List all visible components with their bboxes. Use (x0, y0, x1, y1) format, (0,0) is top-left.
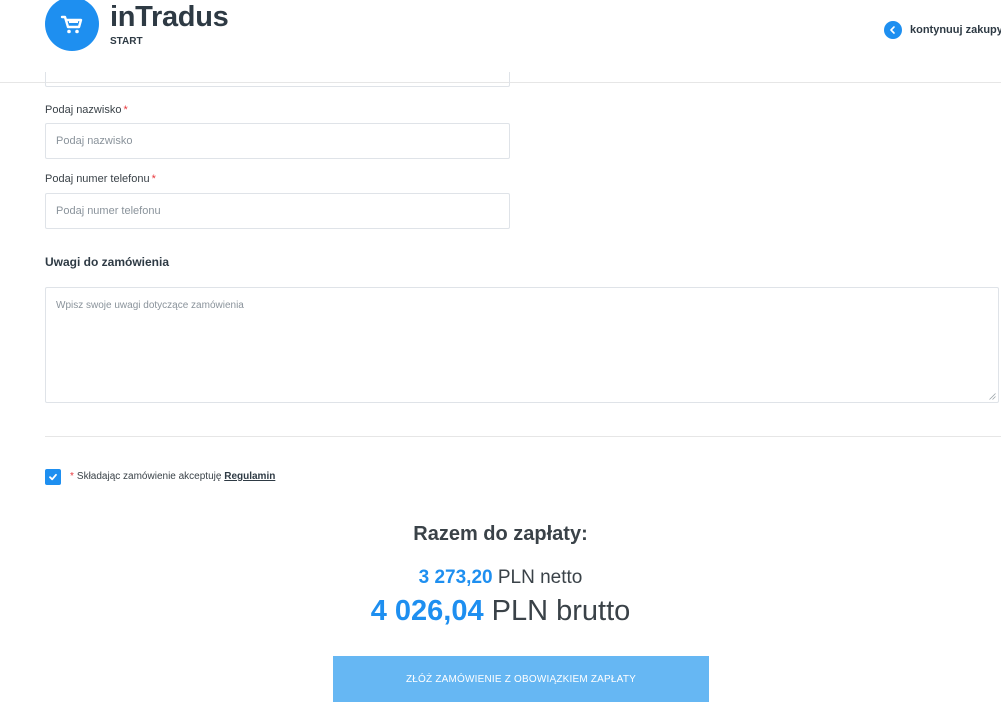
phone-label-text: Podaj numer telefonu (45, 173, 150, 185)
logo-icon[interactable] (45, 0, 99, 51)
brutto-amount: 4 026,04 PLN brutto (0, 595, 1001, 628)
logo-title[interactable]: inTradus (110, 1, 229, 34)
terms-link[interactable]: Regulamin (224, 471, 275, 482)
phone-input[interactable]: Podaj numer telefonu (45, 193, 510, 229)
cart-icon (60, 15, 83, 34)
netto-amount: 3 273,20 PLN netto (0, 567, 1001, 589)
last-name-label: Podaj nazwisko * (45, 104, 128, 116)
continue-shopping-label: kontynuuj zakupy (910, 24, 1001, 36)
notes-textarea[interactable]: Wpisz swoje uwagi dotyczące zamówienia (45, 287, 999, 403)
required-mark: * (151, 173, 156, 185)
netto-value: 3 273,20 (418, 567, 493, 588)
logo-subtitle: START (110, 36, 143, 47)
required-mark: * (70, 471, 74, 482)
place-order-button[interactable]: ZŁÓŻ ZAMÓWIENIE Z OBOWIĄZKIEM ZAPŁATY (333, 656, 709, 702)
continue-shopping-link[interactable]: kontynuuj zakupy (884, 21, 1001, 39)
checkmark-icon (49, 473, 57, 481)
netto-suffix: PLN netto (492, 567, 583, 588)
section-divider (45, 436, 1001, 437)
notes-title: Uwagi do zamówienia (45, 255, 170, 269)
resize-grip-icon[interactable] (989, 393, 996, 400)
chevron-left-icon (884, 21, 902, 39)
last-name-label-text: Podaj nazwisko (45, 104, 122, 116)
phone-label: Podaj numer telefonu * (45, 173, 156, 185)
brutto-suffix: PLN brutto (483, 595, 631, 627)
last-name-input[interactable]: Podaj nazwisko (45, 123, 510, 159)
notes-placeholder: Wpisz swoje uwagi dotyczące zamówienia (56, 300, 244, 311)
previous-input-field[interactable] (45, 72, 510, 87)
terms-text: * Składając zamówienie akceptuję Regulami… (70, 471, 275, 482)
terms-label: Składając zamówienie akceptuję (76, 471, 225, 482)
terms-checkbox[interactable] (45, 469, 61, 485)
total-title: Razem do zapłaty: (413, 523, 588, 545)
brutto-value: 4 026,04 (370, 595, 484, 627)
required-mark: * (123, 104, 128, 116)
